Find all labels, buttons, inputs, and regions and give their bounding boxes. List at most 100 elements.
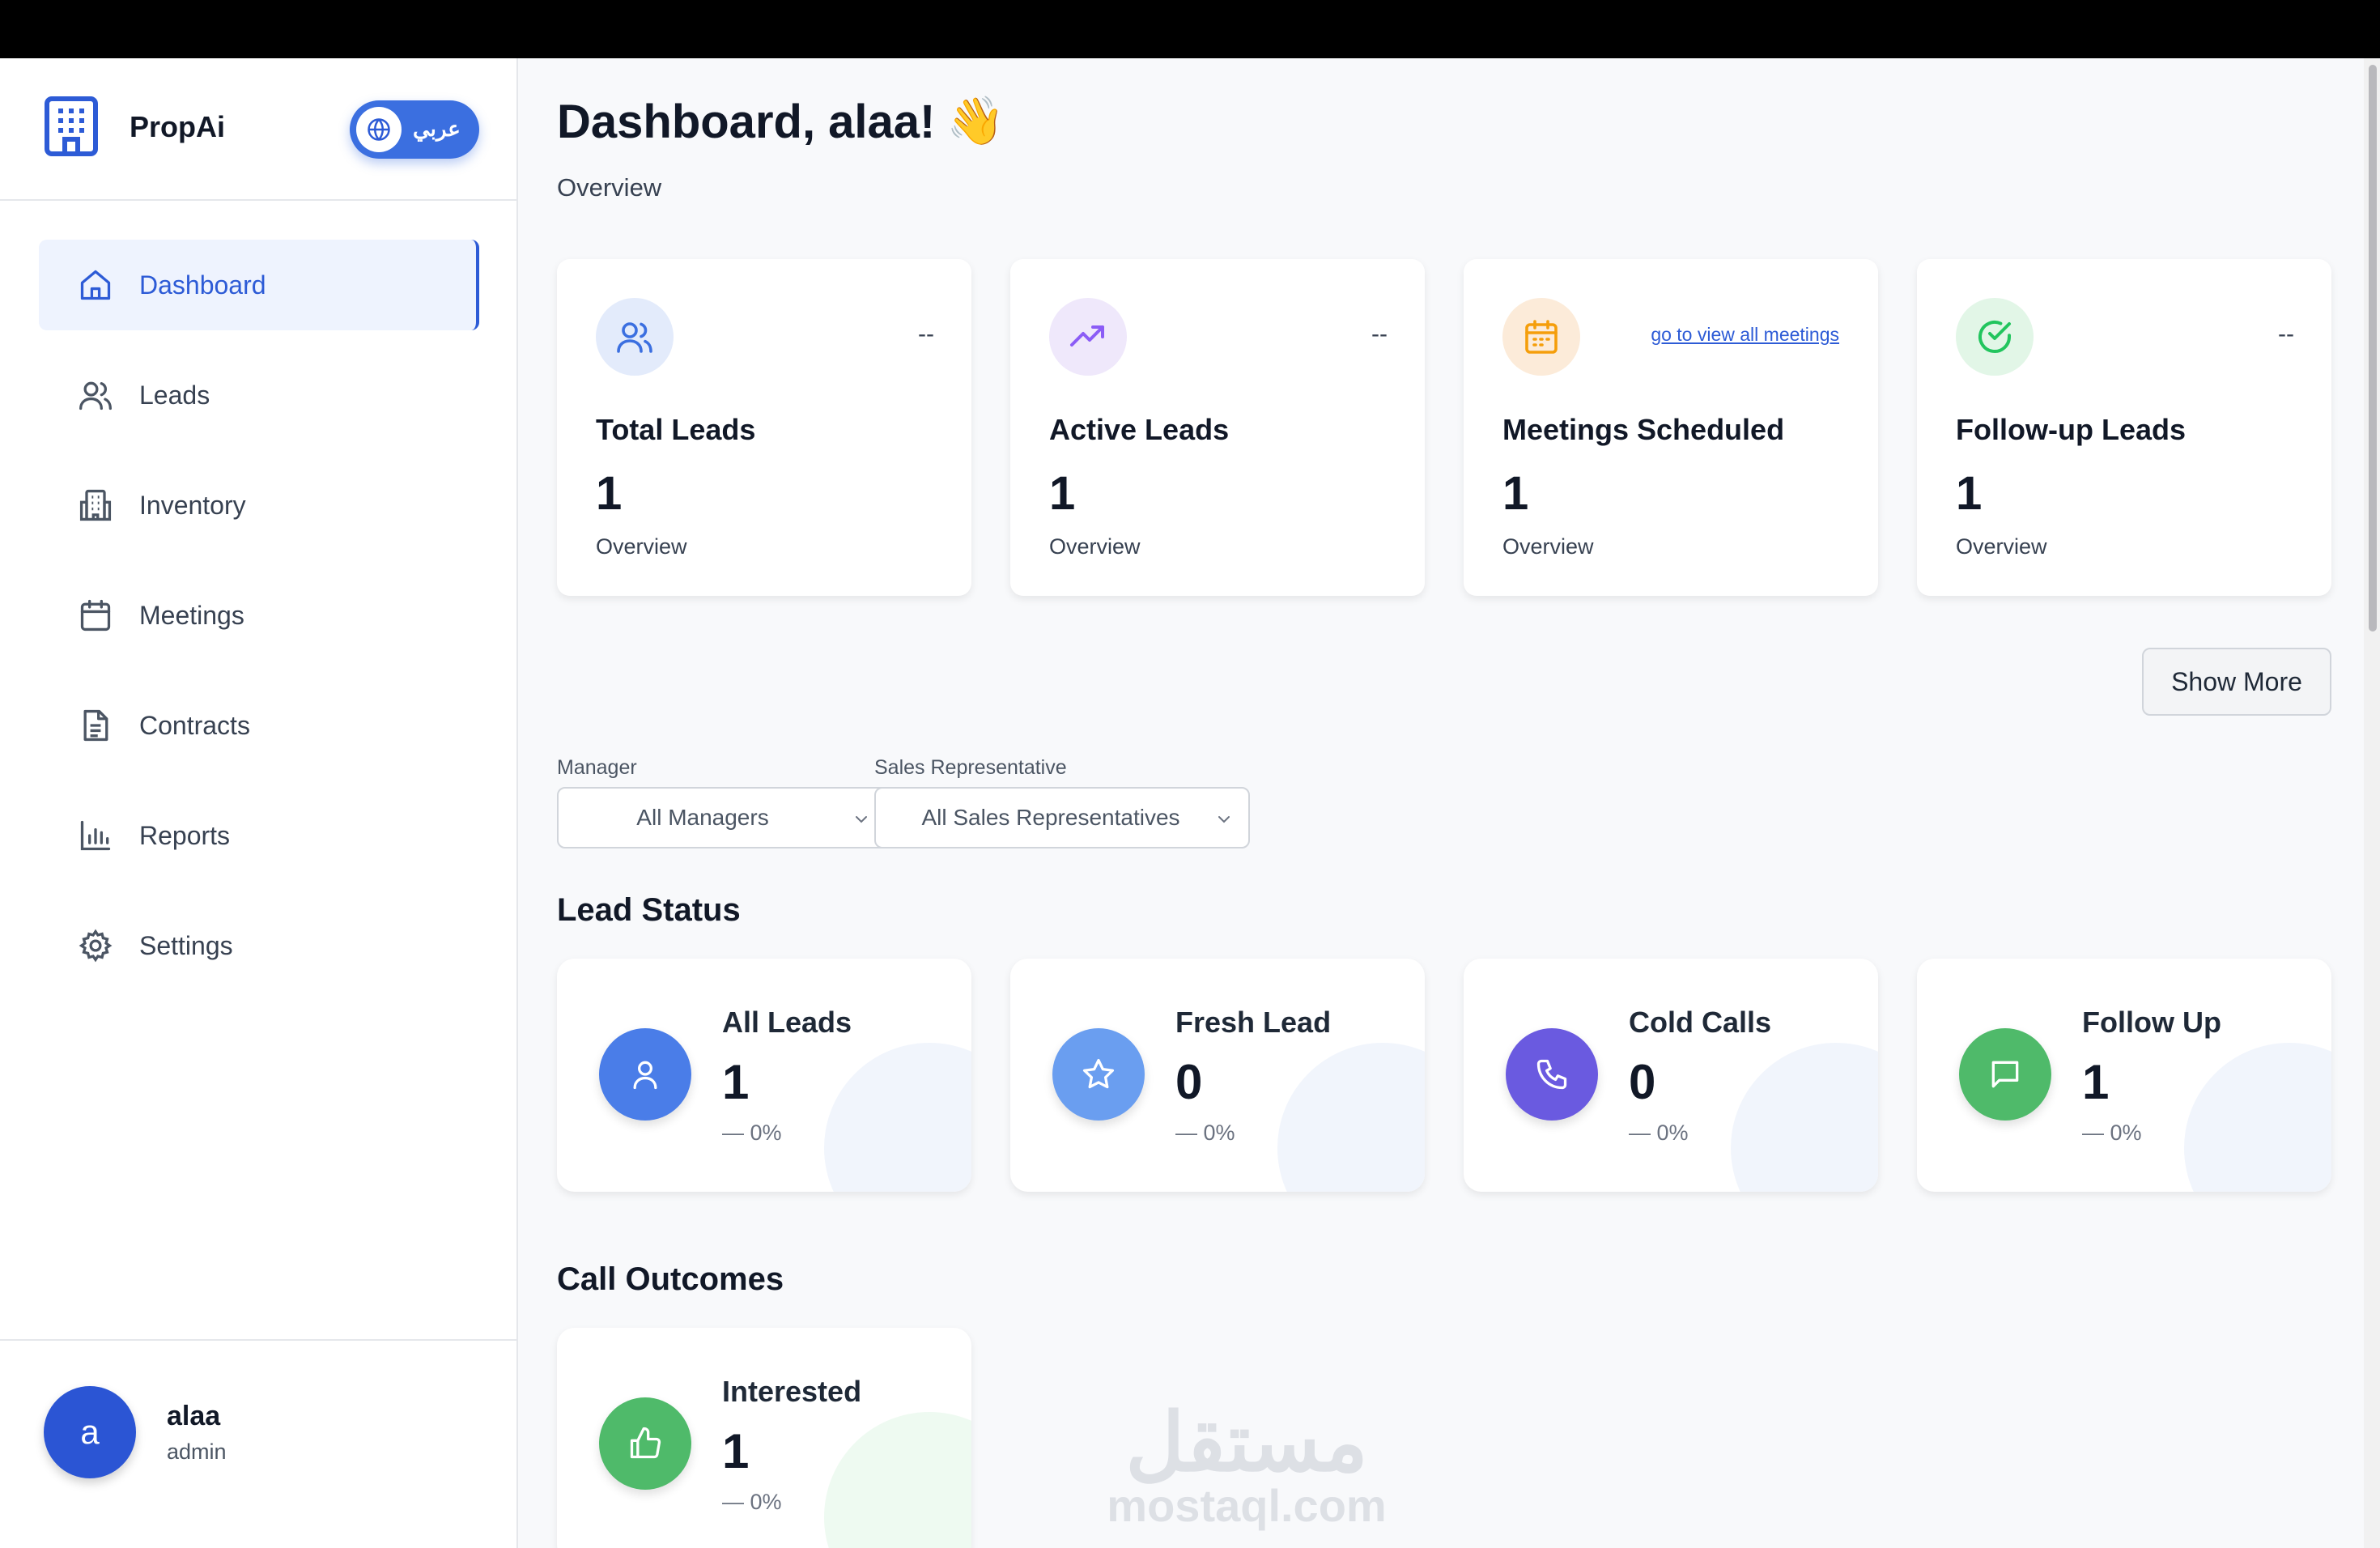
brand-header: PropAi عربي [0, 58, 518, 201]
building-logo-icon [45, 96, 98, 156]
sidebar-item-label: Contracts [139, 710, 250, 740]
home-icon [76, 266, 115, 304]
window-top-bar [0, 0, 2380, 58]
stat-card-meetings-scheduled: go to view all meetings Meetings Schedul… [1464, 259, 1878, 596]
show-more-button[interactable]: Show More [2142, 648, 2331, 716]
sales-rep-select[interactable]: All Sales Representatives [874, 787, 1250, 848]
sales-rep-select-value: All Sales Representatives [921, 805, 1180, 830]
chevron-down-icon [1218, 816, 1230, 823]
stat-value: 1 [1956, 467, 1983, 520]
stat-title: Active Leads [1049, 413, 1230, 446]
watermark-arabic: مستقل [1125, 1397, 1368, 1488]
stat-subtitle: Overview [1956, 534, 2047, 559]
manager-select-value: All Managers [636, 805, 769, 830]
outcome-value: 1 [722, 1424, 750, 1478]
sidebar-item-reports[interactable]: Reports [39, 790, 479, 881]
bar-chart-icon [76, 816, 115, 855]
card-decoration [824, 1412, 971, 1548]
sidebar-item-leads[interactable]: Leads [39, 350, 479, 440]
sidebar-item-label: Settings [139, 930, 233, 960]
calendar-icon [1502, 298, 1580, 376]
stat-card-follow-up-leads: -- Follow-up Leads 1 Overview [1917, 259, 2331, 596]
phone-icon [1506, 1028, 1598, 1121]
sidebar-item-label: Meetings [139, 600, 244, 630]
sidebar-item-inventory[interactable]: Inventory [39, 460, 479, 551]
brand-name: PropAi [130, 110, 226, 143]
status-title: Fresh Lead [1175, 1006, 1332, 1039]
stat-subtitle: Overview [1502, 534, 1594, 559]
waving-hand-icon: 👋 [946, 95, 1005, 147]
status-percent: — 0% [722, 1121, 782, 1145]
lead-status-title: Lead Status [557, 892, 741, 928]
language-toggle[interactable]: عربي [350, 100, 479, 159]
page-title: Dashboard, alaa! 👋 [557, 94, 1005, 149]
avatar[interactable]: a [44, 1386, 136, 1478]
outcome-percent: — 0% [722, 1490, 782, 1514]
users-icon [76, 376, 115, 415]
thumbs-up-icon [599, 1397, 691, 1490]
language-label: عربي [413, 117, 461, 141]
watermark-logo: مستقل mostaql.com [1044, 1402, 1449, 1529]
status-title: All Leads [722, 1006, 852, 1039]
sidebar-item-label: Inventory [139, 490, 246, 520]
stat-value: 1 [1049, 467, 1076, 520]
stat-trend: -- [2278, 321, 2294, 347]
sidebar-item-dashboard[interactable]: Dashboard [39, 240, 479, 330]
sidebar-item-label: Leads [139, 380, 210, 410]
user-name: alaa [167, 1401, 221, 1431]
star-icon [1052, 1028, 1145, 1121]
sidebar-item-settings[interactable]: Settings [39, 900, 479, 991]
status-percent: — 0% [1629, 1121, 1689, 1145]
outcome-title: Interested [722, 1375, 862, 1408]
page-subtitle: Overview [557, 173, 662, 202]
page-title-text: Dashboard, alaa! [557, 95, 936, 148]
stat-card-total-leads: -- Total Leads 1 Overview [557, 259, 971, 596]
stat-title: Follow-up Leads [1956, 413, 2186, 446]
users-icon [596, 298, 674, 376]
status-card-cold-calls[interactable]: Cold Calls 0 — 0% [1464, 959, 1878, 1192]
manager-select[interactable]: All Managers [557, 787, 890, 848]
card-decoration [2184, 1043, 2331, 1192]
user-icon [599, 1028, 691, 1121]
gear-icon [76, 926, 115, 965]
calendar-icon [76, 596, 115, 635]
chevron-down-icon [856, 816, 867, 823]
check-circle-icon [1956, 298, 2034, 376]
stat-subtitle: Overview [1049, 534, 1141, 559]
sidebar: PropAi عربي Dashboard Leads Inventory Me… [0, 58, 518, 1548]
scrollbar-thumb[interactable] [2369, 65, 2377, 632]
stat-card-active-leads: -- Active Leads 1 Overview [1010, 259, 1425, 596]
watermark-latin: mostaql.com [1107, 1480, 1387, 1531]
call-outcomes-title: Call Outcomes [557, 1261, 784, 1297]
sidebar-item-label: Dashboard [139, 270, 266, 300]
main-content: Dashboard, alaa! 👋 Overview -- Total Lea… [520, 58, 2357, 1548]
status-card-fresh-lead[interactable]: Fresh Lead 0 — 0% [1010, 959, 1425, 1192]
status-value: 0 [1629, 1055, 1656, 1109]
status-title: Cold Calls [1629, 1006, 1772, 1039]
stat-title: Total Leads [596, 413, 756, 446]
sales-rep-filter-label: Sales Representative [874, 756, 1067, 779]
card-decoration [824, 1043, 971, 1192]
outcome-card-interested[interactable]: Interested 1 — 0% [557, 1328, 971, 1548]
user-profile[interactable]: a alaa admin [0, 1339, 518, 1548]
status-card-follow-up[interactable]: Follow Up 1 — 0% [1917, 959, 2331, 1192]
view-all-meetings-link[interactable]: go to view all meetings [1651, 324, 1839, 346]
sidebar-nav: Dashboard Leads Inventory Meetings Contr… [39, 240, 479, 1010]
sidebar-item-contracts[interactable]: Contracts [39, 680, 479, 771]
stat-trend: -- [918, 321, 934, 347]
status-value: 1 [722, 1055, 750, 1109]
message-icon [1959, 1028, 2051, 1121]
status-percent: — 0% [1175, 1121, 1235, 1145]
sidebar-item-label: Reports [139, 820, 231, 850]
card-decoration [1731, 1043, 1878, 1192]
status-card-all-leads[interactable]: All Leads 1 — 0% [557, 959, 971, 1192]
globe-icon [356, 107, 402, 152]
stat-value: 1 [1502, 467, 1529, 520]
manager-filter-label: Manager [557, 756, 637, 779]
trending-up-icon [1049, 298, 1127, 376]
stat-title: Meetings Scheduled [1502, 413, 1785, 446]
status-value: 1 [2082, 1055, 2110, 1109]
document-icon [76, 706, 115, 745]
status-percent: — 0% [2082, 1121, 2142, 1145]
sidebar-item-meetings[interactable]: Meetings [39, 570, 479, 661]
